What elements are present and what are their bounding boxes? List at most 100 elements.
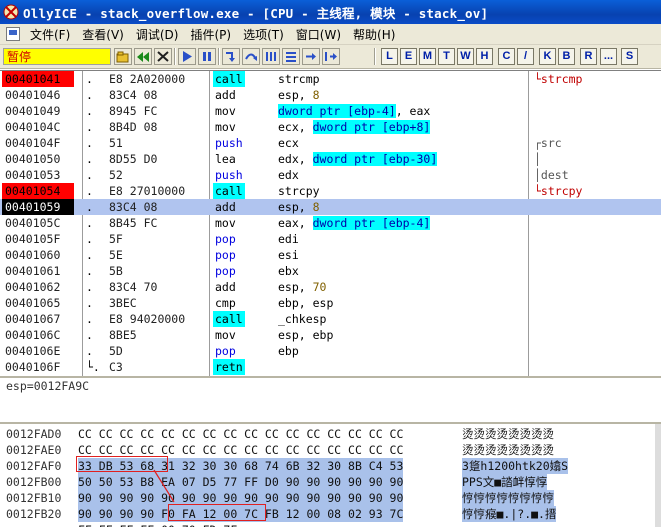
instruction-address[interactable]: 0040105C <box>2 215 74 231</box>
cpu-window-button[interactable]: C <box>498 48 515 65</box>
instruction-address[interactable]: 0040104F <box>2 135 74 151</box>
operands: esp, 8 <box>278 87 320 103</box>
immediate-value: 70 <box>312 280 327 294</box>
ollydbg-app-icon[interactable] <box>3 4 19 20</box>
menu-window[interactable]: 窗口(W) <box>290 26 347 43</box>
log-window-button[interactable]: L <box>381 48 398 65</box>
disasm-row[interactable]: 00401041. E8 2A020000 call strcmp └strcmp <box>0 71 661 87</box>
instruction-address[interactable]: 00401049 <box>2 103 74 119</box>
comment: └strcmp <box>534 72 583 86</box>
disasm-row[interactable]: 00401050. 8D55 D0 lea edx, dword ptr [ebp-3… <box>0 151 661 167</box>
windows-button[interactable]: W <box>457 48 474 65</box>
menu-view[interactable]: 查看(V) <box>76 26 130 43</box>
mnemonic: cmp <box>215 296 236 310</box>
source-button[interactable]: S <box>621 48 638 65</box>
memory-dump-pane[interactable]: 0012FAD0 CC CC CC CC CC CC CC CC CC CC CC… <box>0 422 661 527</box>
disasm-row[interactable]: 0040105C. 8B45 FC mov eax, dword ptr [ebp-4… <box>0 215 661 231</box>
disasm-row[interactable]: 00401059. 83C4 08 add esp, 8 <box>0 199 661 215</box>
opcode-hex: 8B45 FC <box>109 216 158 230</box>
instruction-address[interactable]: 0040105F <box>2 231 74 247</box>
call-stack-button[interactable]: K <box>539 48 556 65</box>
dump-scrollbar[interactable] <box>655 424 661 527</box>
operand-text: ecx <box>278 136 299 150</box>
disasm-row[interactable]: 00401053. 52 push edx │dest <box>0 167 661 183</box>
instruction-address[interactable]: 0040106E <box>2 343 74 359</box>
trace-into-icon[interactable] <box>262 48 280 65</box>
execute-till-return-icon[interactable] <box>302 48 320 65</box>
menu-options[interactable]: 选项(T) <box>237 26 290 43</box>
dump-row[interactable]: 0012FAD0 CC CC CC CC CC CC CC CC CC CC CC… <box>0 426 655 442</box>
menu-file[interactable]: 文件(F) <box>24 26 76 43</box>
disasm-row[interactable]: 0040106C. 8BE5 mov esp, ebp <box>0 327 661 343</box>
dump-row[interactable]: 0012FB20 90 90 90 90 F0 FA 12 00 7C FB 12… <box>0 506 655 522</box>
disasm-row[interactable]: 00401061. 5B pop ebx <box>0 263 661 279</box>
eip-address[interactable]: 00401059 <box>2 199 74 215</box>
step-into-icon[interactable] <box>222 48 240 65</box>
instruction-address[interactable]: 00401060 <box>2 247 74 263</box>
run-icon[interactable] <box>178 48 196 65</box>
disasm-row[interactable]: 00401062. 83C4 70 add esp, 70 <box>0 279 661 295</box>
references-button[interactable]: R <box>580 48 597 65</box>
rewind-icon[interactable] <box>134 48 152 65</box>
close-icon[interactable] <box>154 48 172 65</box>
window-menu-icon[interactable] <box>6 27 20 41</box>
instruction-address[interactable]: 00401053 <box>2 167 74 183</box>
breakpoints-button[interactable]: B <box>558 48 575 65</box>
instruction-address[interactable]: 00401067 <box>2 311 74 327</box>
opcode-hex: 5D <box>109 344 123 358</box>
menu-help[interactable]: 帮助(H) <box>347 26 401 43</box>
handles-button[interactable]: H <box>476 48 493 65</box>
disasm-row[interactable]: 0040104C. 8B4D 08 mov ecx, dword ptr [ebp+8… <box>0 119 661 135</box>
operand-text: edi <box>278 232 299 246</box>
breakpoint-address[interactable]: 00401054 <box>2 183 74 199</box>
disasm-row[interactable]: 00401046. 83C4 08 add esp, 8 <box>0 87 661 103</box>
menu-debug[interactable]: 调试(D) <box>130 26 185 43</box>
opcode-hex: C3 <box>109 360 123 374</box>
disasm-row[interactable]: 0040105F. 5F pop edi <box>0 231 661 247</box>
dump-ascii: PPS文■誻衅惇惇 <box>462 474 548 490</box>
modules-window-button[interactable]: E <box>400 48 417 65</box>
disasm-row[interactable]: 0040104F. 51 push ecx ┌src <box>0 135 661 151</box>
disasm-row[interactable]: 0040106F └. C3 retn <box>0 359 661 375</box>
menu-plugins[interactable]: 插件(P) <box>184 26 237 43</box>
dump-address: 0012FB10 <box>6 491 62 505</box>
instruction-address[interactable]: 00401062 <box>2 279 74 295</box>
trace-over-icon[interactable] <box>282 48 300 65</box>
instruction-address[interactable]: 00401061 <box>2 263 74 279</box>
run-trace-button[interactable]: ... <box>600 48 617 65</box>
instruction-address[interactable]: 0040106F <box>2 359 74 375</box>
instruction-address[interactable]: 00401065 <box>2 295 74 311</box>
jump-path-mark: . <box>86 328 93 342</box>
disasm-row[interactable]: 00401054. E8 27010000 call strcpy └strcpy <box>0 183 661 199</box>
instruction-address[interactable]: 00401046 <box>2 87 74 103</box>
instruction-address[interactable]: 0040104C <box>2 119 74 135</box>
dump-row[interactable]: 0012FB00 50 50 53 B8 EA 07 D5 77 FF D0 90… <box>0 474 655 490</box>
step-over-icon[interactable] <box>242 48 260 65</box>
memory-map-button[interactable]: M <box>419 48 436 65</box>
instruction-address[interactable]: 00401050 <box>2 151 74 167</box>
go-to-address-icon[interactable] <box>322 48 340 65</box>
disasm-row[interactable]: 00401067. E8 94020000 call _chkesp <box>0 311 661 327</box>
threads-window-button[interactable]: T <box>438 48 455 65</box>
dump-ascii: 3跾h1200htk20嬆S <box>462 458 569 474</box>
dump-row[interactable]: 0012FB10 90 90 90 90 90 90 90 90 90 90 90… <box>0 490 655 506</box>
opcode-hex: 83C4 08 <box>109 88 158 102</box>
disasm-row[interactable]: 0040106E. 5D pop ebp <box>0 343 661 359</box>
breakpoint-address[interactable]: 00401041 <box>2 71 74 87</box>
mnemonic: add <box>215 280 236 294</box>
open-file-icon[interactable] <box>114 48 132 65</box>
disasm-row[interactable]: 00401065. 3BEC cmp ebp, esp <box>0 295 661 311</box>
dump-address: 0012FAE0 <box>6 443 62 457</box>
disasm-row[interactable]: 00401060. 5E pop esi <box>0 247 661 263</box>
dump-row[interactable]: FF FF FF FF 00 70 FD 7F <box>0 522 655 527</box>
pause-icon[interactable] <box>198 48 216 65</box>
opcode-hex: 5F <box>109 232 123 246</box>
disasm-row[interactable]: 00401049. 8945 FC mov dword ptr [ebp-4], ea… <box>0 103 661 119</box>
mnemonic: mov <box>215 328 236 342</box>
operands: strcmp <box>278 71 320 87</box>
opcode-hex: 8945 FC <box>109 104 158 118</box>
jump-path-mark: . <box>86 232 93 246</box>
patches-button[interactable]: / <box>517 48 534 65</box>
disassembly-pane[interactable]: 00401041. E8 2A020000 call strcmp └strcmp 004… <box>0 70 661 377</box>
instruction-address[interactable]: 0040106C <box>2 327 74 343</box>
